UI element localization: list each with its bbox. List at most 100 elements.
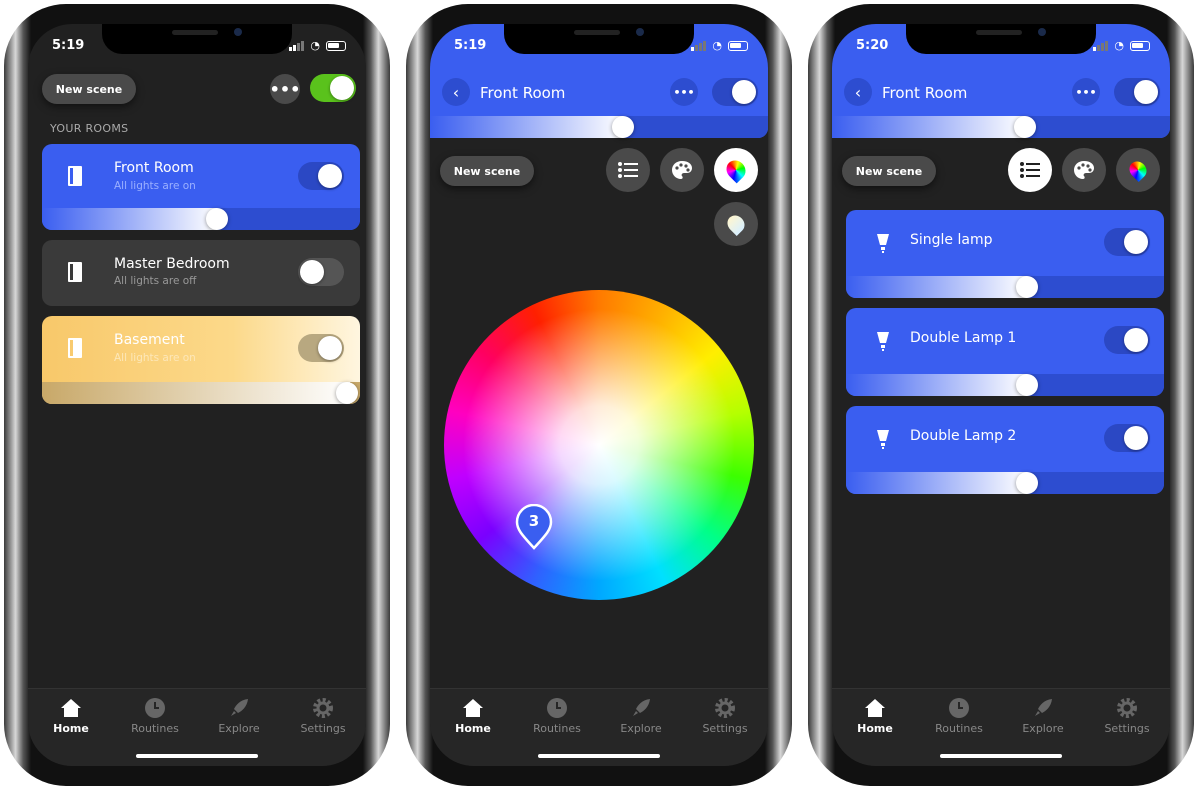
tab-explore[interactable]: Explore	[1008, 697, 1078, 735]
tab-routines[interactable]: Routines	[120, 697, 190, 735]
light-toggle[interactable]	[1104, 424, 1150, 452]
tab-routines[interactable]: Routines	[522, 697, 592, 735]
new-scene-button[interactable]: New scene	[440, 156, 534, 186]
slider-thumb[interactable]	[611, 116, 634, 138]
room-card-basement[interactable]: Basement All lights are on	[42, 316, 360, 404]
more-options-button[interactable]: •••	[1072, 78, 1100, 106]
room-toggle[interactable]	[1114, 78, 1160, 106]
scenes-palette-button[interactable]	[660, 148, 704, 192]
tab-explore[interactable]: Explore	[606, 697, 676, 735]
slider-thumb[interactable]	[205, 208, 228, 230]
brightness-slider[interactable]	[846, 374, 1164, 396]
phone-color-picker: 5:19 ◔ ‹ Front Room ••• New scene 3 Home…	[406, 4, 792, 786]
lamp-icon	[877, 234, 889, 253]
screen: 5:20 ◔ ‹ Front Room ••• New scene Single…	[832, 24, 1170, 766]
room-toggle[interactable]	[298, 162, 344, 190]
tab-settings[interactable]: Settings	[1092, 697, 1162, 735]
tab-explore[interactable]: Explore	[204, 697, 274, 735]
lamp-icon	[877, 332, 889, 351]
new-scene-button[interactable]: New scene	[42, 74, 136, 104]
brightness-slider[interactable]	[430, 116, 768, 138]
door-icon	[68, 262, 82, 282]
color-picker-button[interactable]	[1116, 148, 1160, 192]
room-status: All lights are off	[114, 275, 197, 287]
brightness-slider[interactable]	[846, 276, 1164, 298]
slider-thumb[interactable]	[1013, 116, 1036, 138]
brightness-slider[interactable]	[832, 116, 1170, 138]
pin-label: 3	[528, 512, 540, 530]
list-view-button[interactable]	[1008, 148, 1052, 192]
scenes-palette-button[interactable]	[1062, 148, 1106, 192]
color-picker-button[interactable]	[714, 148, 758, 192]
tab-settings[interactable]: Settings	[288, 697, 358, 735]
notch	[504, 24, 694, 54]
home-icon	[36, 697, 106, 719]
new-scene-button[interactable]: New scene	[842, 156, 936, 186]
status-time: 5:19	[52, 38, 85, 53]
slider-thumb[interactable]	[1016, 374, 1039, 396]
light-card[interactable]: Double Lamp 2	[846, 406, 1164, 494]
signal-icon	[289, 40, 305, 51]
notch	[906, 24, 1096, 54]
lamp-icon	[877, 430, 889, 449]
master-toggle[interactable]	[310, 74, 356, 102]
home-indicator	[940, 754, 1062, 758]
room-status: All lights are on	[114, 180, 196, 192]
room-toggle[interactable]	[298, 334, 344, 362]
gear-icon	[288, 697, 358, 719]
battery-icon	[728, 40, 748, 51]
light-card[interactable]: Single lamp	[846, 210, 1164, 298]
light-toggle[interactable]	[1104, 326, 1150, 354]
tab-bar: Home Routines Explore Settings	[832, 688, 1170, 766]
room-card-front-room[interactable]: Front Room All lights are on	[42, 144, 360, 230]
list-view-button[interactable]	[606, 148, 650, 192]
brightness-slider[interactable]	[42, 208, 360, 230]
room-toggle[interactable]	[712, 78, 758, 106]
more-options-button[interactable]: •••	[670, 78, 698, 106]
tab-home[interactable]: Home	[438, 697, 508, 735]
more-options-button[interactable]: •••	[270, 74, 300, 104]
back-button[interactable]: ‹	[844, 78, 872, 106]
home-indicator	[136, 754, 258, 758]
light-name: Double Lamp 1	[910, 330, 1017, 346]
palette-icon	[1074, 161, 1094, 179]
room-status: All lights are on	[114, 352, 196, 364]
room-card-master-bedroom[interactable]: Master Bedroom All lights are off	[42, 240, 360, 306]
battery-icon	[326, 40, 346, 51]
door-icon	[68, 166, 82, 186]
back-button[interactable]: ‹	[442, 78, 470, 106]
battery-icon	[1130, 40, 1150, 51]
status-time: 5:20	[856, 38, 889, 53]
color-wheel[interactable]	[444, 290, 754, 600]
slider-thumb[interactable]	[336, 382, 359, 404]
home-indicator	[538, 754, 660, 758]
white-picker-button[interactable]	[714, 202, 758, 246]
light-toggle[interactable]	[1104, 228, 1150, 256]
light-color-pin[interactable]: 3	[515, 503, 553, 550]
slider-thumb[interactable]	[1016, 472, 1039, 494]
room-name: Basement	[114, 332, 185, 348]
clock-icon	[522, 697, 592, 719]
slider-thumb[interactable]	[1016, 276, 1039, 298]
phone-home: 5:19 ◔ New scene ••• YOUR ROOMS Front Ro…	[4, 4, 390, 786]
signal-icon	[691, 40, 707, 51]
clock-icon	[924, 697, 994, 719]
color-pin-icon	[1125, 157, 1151, 183]
home-icon	[840, 697, 910, 719]
screen: 5:19 ◔ New scene ••• YOUR ROOMS Front Ro…	[28, 24, 366, 766]
tab-home[interactable]: Home	[840, 697, 910, 735]
brightness-slider[interactable]	[42, 382, 360, 404]
light-card[interactable]: Double Lamp 1	[846, 308, 1164, 396]
signal-icon	[1093, 40, 1109, 51]
tab-home[interactable]: Home	[36, 697, 106, 735]
room-toggle[interactable]	[298, 258, 344, 286]
tab-routines[interactable]: Routines	[924, 697, 994, 735]
status-time: 5:19	[454, 38, 487, 53]
tab-settings[interactable]: Settings	[690, 697, 760, 735]
color-pin-icon	[722, 156, 750, 184]
rocket-icon	[606, 697, 676, 719]
list-icon	[618, 162, 638, 178]
brightness-slider[interactable]	[846, 472, 1164, 494]
gear-icon	[690, 697, 760, 719]
room-title: Front Room	[882, 84, 968, 102]
